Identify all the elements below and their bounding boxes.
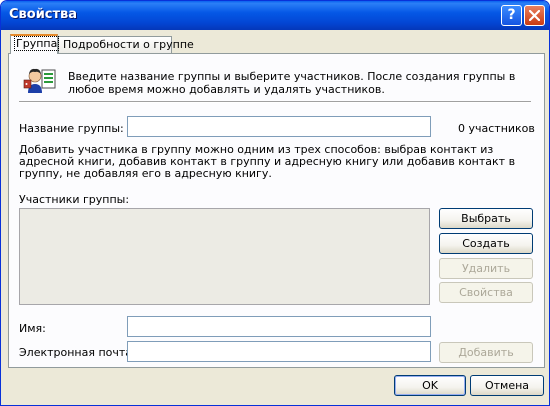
close-icon [529, 10, 540, 21]
delete-button[interactable]: Удалить [439, 258, 533, 279]
email-input[interactable] [127, 341, 431, 362]
properties-button[interactable]: Свойства [439, 282, 533, 303]
separator [19, 101, 531, 103]
create-contact-button[interactable]: Создать контакт [439, 233, 533, 269]
title-bar[interactable]: Свойства ? [1, 1, 549, 30]
intro-text: Введите название группы и выберите участ… [68, 70, 516, 96]
add-button[interactable]: Добавить [439, 342, 533, 363]
help-button[interactable]: ? [501, 5, 522, 26]
cancel-button[interactable]: Отмена [470, 375, 544, 396]
tab-group-details[interactable]: Подробности о группе [58, 36, 194, 53]
email-label: Электронная почта: [19, 346, 136, 359]
contact-name-input[interactable] [127, 316, 431, 337]
group-tab-panel: Введите название группы и выберите участ… [8, 53, 545, 368]
properties-dialog: Свойства ? Группа Подробности о группе В… [0, 0, 550, 406]
tab-group[interactable]: Группа [10, 34, 60, 54]
member-count: 0 участников [458, 122, 535, 135]
close-button[interactable] [524, 5, 545, 26]
group-name-label: Название группы: [19, 122, 124, 135]
contact-name-label: Имя: [19, 322, 46, 335]
add-member-description: Добавить участника в группу можно одним … [19, 143, 516, 180]
group-members-list[interactable] [19, 208, 430, 305]
group-name-input[interactable] [127, 116, 431, 137]
window-title: Свойства [9, 7, 78, 22]
ok-button[interactable]: OK [394, 375, 466, 396]
group-contacts-icon [23, 68, 56, 93]
group-members-label: Участники группы: [19, 193, 130, 206]
tab-group-details-label: Подробности о группе [63, 38, 194, 51]
tab-group-label: Группа [13, 36, 60, 51]
select-button[interactable]: Выбрать [439, 208, 533, 229]
